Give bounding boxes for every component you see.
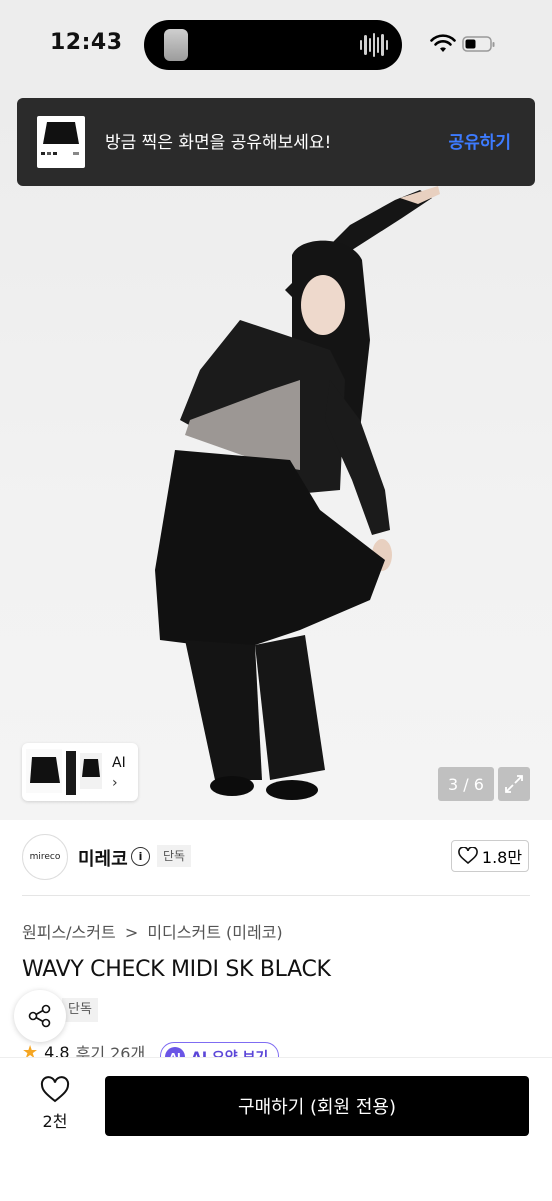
island-thumbnail <box>164 29 188 61</box>
breadcrumb-subcategory[interactable]: 미디스커트 (미레코) <box>147 923 282 942</box>
share-toast: 방금 찍은 화면을 공유해보세요! 공유하기 <box>17 98 535 186</box>
product-title: WAVY CHECK MIDI SK BLACK <box>22 957 331 982</box>
brand-like-button[interactable]: 1.8만 <box>451 840 529 872</box>
heart-icon <box>458 847 478 865</box>
share-now-button[interactable]: 공유하기 <box>448 128 511 153</box>
thumbnail-strip <box>26 749 102 795</box>
wifi-icon <box>430 34 456 52</box>
ai-label: AI <box>112 755 126 771</box>
product-image[interactable] <box>0 90 552 820</box>
buy-button[interactable]: 구매하기 (회원 전용) <box>105 1076 529 1136</box>
exclusive-badge: 단독 <box>157 845 192 867</box>
model-photo <box>155 186 440 800</box>
toast-message: 방금 찍은 화면을 공유해보세요! <box>105 133 332 153</box>
product-exclusive-badge: 단독 <box>62 998 98 1022</box>
status-bar: 12:43 <box>0 0 552 90</box>
share-icon <box>28 1004 51 1028</box>
brand-like-count: 1.8만 <box>481 848 523 867</box>
breadcrumb-separator: > <box>124 923 139 942</box>
status-time: 12:43 <box>50 30 123 55</box>
toast-thumbnail <box>37 116 85 168</box>
ai-similar-items-card[interactable]: AI › <box>22 743 138 801</box>
audio-wave-icon <box>360 32 388 58</box>
breadcrumb: 원피스/스커트 > 미디스커트 (미레코) <box>22 919 287 943</box>
wishlist-count: 2천 <box>42 1112 68 1131</box>
chevron-right-icon: › <box>112 775 118 791</box>
battery-icon <box>462 36 495 52</box>
share-button[interactable] <box>14 990 66 1042</box>
brand-logo[interactable]: mireco <box>22 834 68 880</box>
dynamic-island <box>144 20 402 70</box>
wishlist-button[interactable]: 2천 <box>24 1076 86 1136</box>
heart-icon <box>40 1076 70 1103</box>
expand-icon[interactable] <box>498 767 530 801</box>
image-counter: 3 / 6 <box>438 767 494 801</box>
info-icon[interactable]: i <box>131 847 150 866</box>
brand-name[interactable]: 미레코 <box>78 845 128 871</box>
divider <box>22 895 530 896</box>
breadcrumb-category[interactable]: 원피스/스커트 <box>22 923 116 942</box>
